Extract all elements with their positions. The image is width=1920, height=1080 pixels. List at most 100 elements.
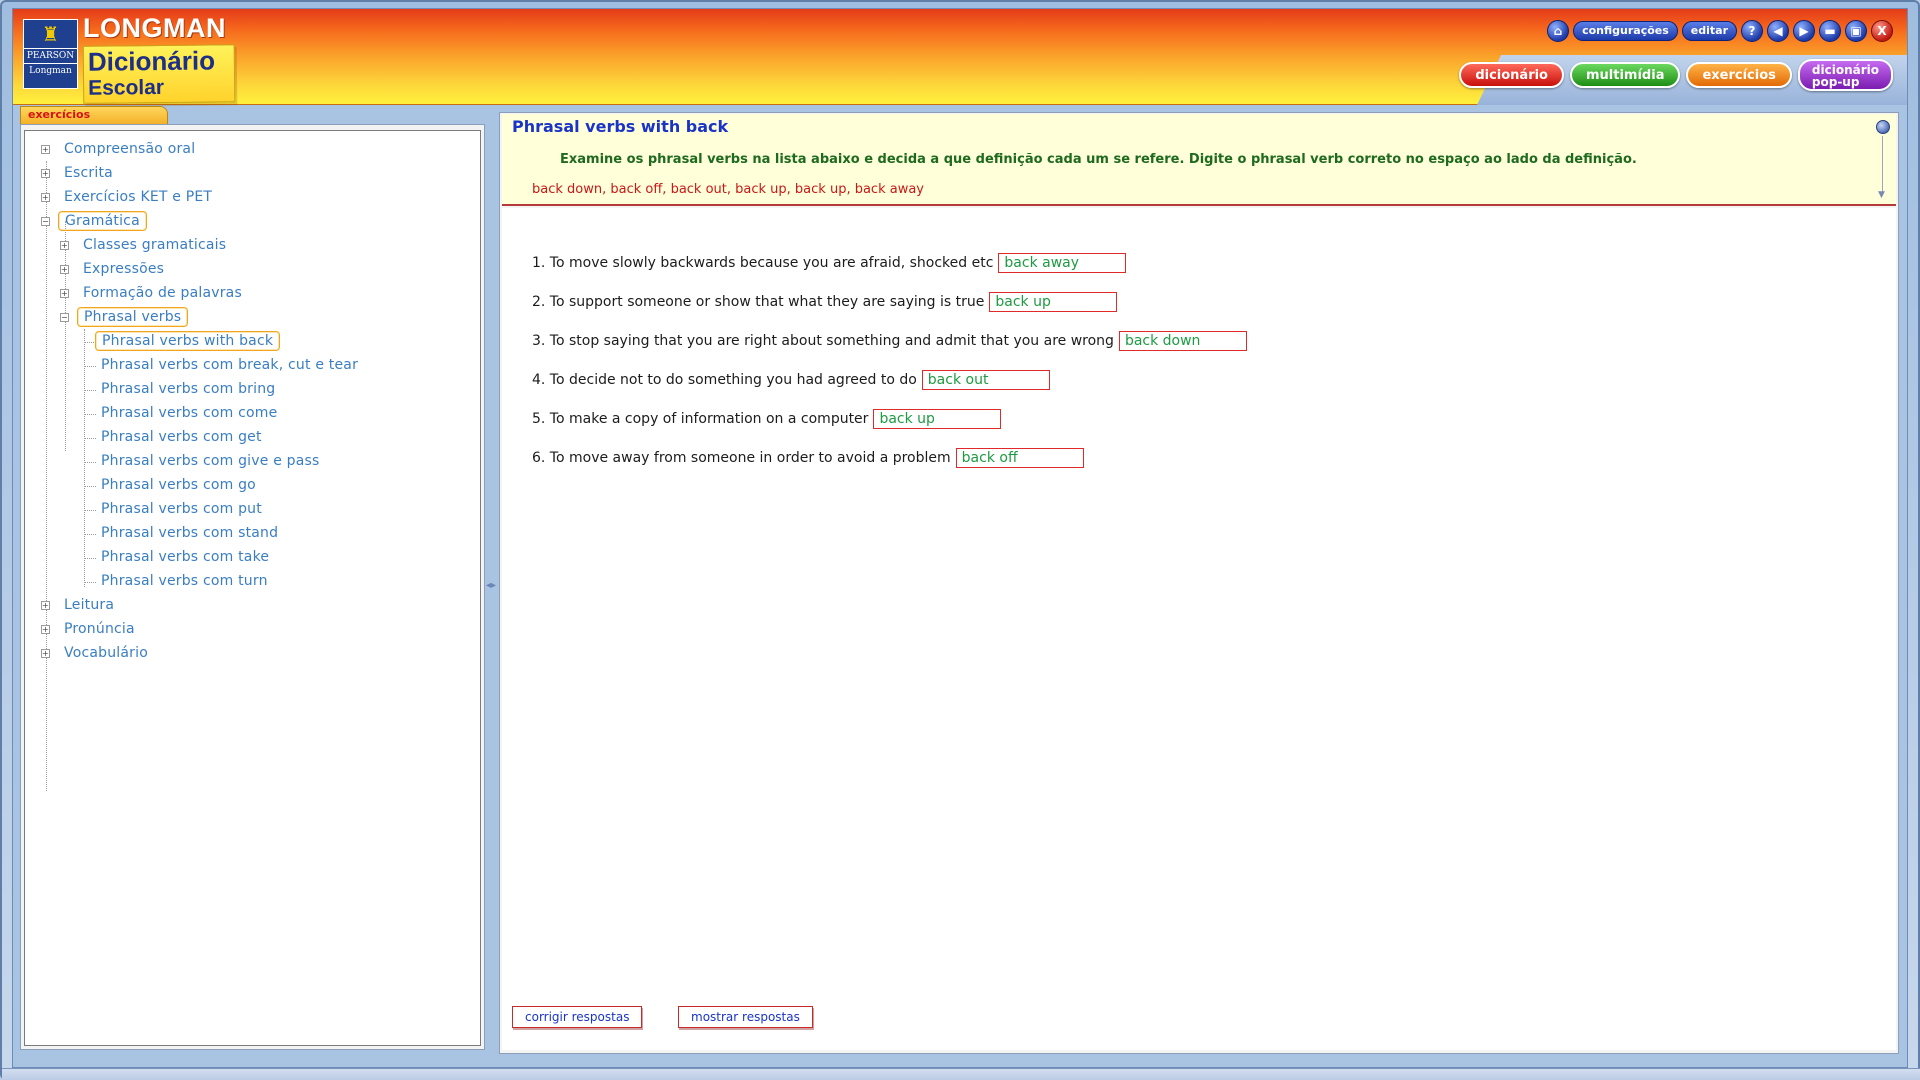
forward-icon[interactable]: ▶ <box>1793 20 1815 42</box>
tree-item-pv-give[interactable]: Phrasal verbs com give e pass <box>95 450 326 472</box>
ship-logo-icon: ♜ <box>41 22 60 46</box>
top-toolbar: ⌂ configurações editar ? ◀ ▶ ▬ ▣ X <box>1547 19 1893 43</box>
tree-item-label: Phrasal verbs com put <box>101 501 262 517</box>
logo-box: Dicionário Escolar <box>82 44 236 104</box>
scroll-knob-icon[interactable] <box>1876 120 1890 134</box>
tree-item-ket-pet[interactable]: + Exercícios KET e PET <box>41 186 218 208</box>
question-text: 3. To stop saying that you are right abo… <box>532 333 1114 349</box>
tree-item-vocabulario[interactable]: + Vocabulário <box>41 642 154 664</box>
tab-multimidia[interactable]: multimídia <box>1570 62 1681 88</box>
app-header: ♜ PEARSON Longman LONGMAN Dicionário Esc… <box>13 9 1907 105</box>
corrigir-respostas-button[interactable]: corrigir respostas <box>512 1006 643 1028</box>
maximize-icon[interactable]: ▣ <box>1845 20 1867 42</box>
tree-item-label: Phrasal verbs <box>77 307 189 327</box>
answer-input[interactable]: back off <box>955 448 1084 468</box>
tree-item-pronuncia[interactable]: + Pronúncia <box>41 618 141 640</box>
tree-item-pv-bring[interactable]: Phrasal verbs com bring <box>95 378 281 400</box>
expand-icon[interactable]: + <box>41 648 50 658</box>
tree-connector <box>84 329 85 587</box>
tree-item-pv-come[interactable]: Phrasal verbs com come <box>95 402 283 424</box>
scroll-down-icon[interactable]: ▼ <box>1878 190 1885 200</box>
help-icon[interactable]: ? <box>1741 20 1763 42</box>
tree-item-gramatica[interactable]: − Gramática <box>41 210 147 232</box>
tree-item-classes[interactable]: + Classes gramaticais <box>60 234 232 256</box>
answer-input[interactable]: back out <box>921 370 1050 390</box>
app-logo: LONGMAN Dicionário Escolar <box>82 13 236 104</box>
tree-item-pv-break[interactable]: Phrasal verbs com break, cut e tear <box>95 354 364 376</box>
question-5: 5. To make a copy of information on a co… <box>532 408 1002 430</box>
answer-input[interactable]: back away <box>998 253 1127 273</box>
tree-item-label: Phrasal verbs com go <box>101 477 256 493</box>
tree-item-pv-stand[interactable]: Phrasal verbs com stand <box>95 522 284 544</box>
panel-splitter-icon[interactable]: ◂▸ <box>486 580 496 592</box>
tab-exercicios[interactable]: exercícios <box>1686 62 1792 88</box>
tree-item-compreensao[interactable]: + Compreensão oral <box>41 138 201 160</box>
editar-button[interactable]: editar <box>1681 21 1737 41</box>
tree-item-pv-go[interactable]: Phrasal verbs com go <box>95 474 262 496</box>
longman-small-text: Longman <box>24 63 77 78</box>
home-icon[interactable]: ⌂ <box>1547 20 1570 42</box>
tree-item-pv-get[interactable]: Phrasal verbs com get <box>95 426 268 448</box>
questions-area: 1. To move slowly backwards because you … <box>502 208 1896 1050</box>
tree-item-label: Phrasal verbs com get <box>101 429 262 445</box>
expand-icon[interactable]: + <box>41 624 50 634</box>
tab-dicionario-popup[interactable]: dicionário pop-up <box>1797 59 1893 91</box>
close-icon[interactable]: X <box>1871 20 1893 42</box>
tree-item-label: Phrasal verbs with back <box>95 331 281 351</box>
back-icon[interactable]: ◀ <box>1767 20 1789 42</box>
tree-item-leitura[interactable]: + Leitura <box>41 594 120 616</box>
nav-tabs: dicionário multimídia exercícios dicioná… <box>1459 59 1893 91</box>
expand-icon[interactable]: + <box>60 264 69 274</box>
instructions-scrollbar[interactable]: ▼ <box>1876 120 1890 200</box>
configuracoes-button[interactable]: configurações <box>1573 21 1678 41</box>
tree-item-label: Formação de palavras <box>83 285 242 301</box>
mostrar-respostas-button[interactable]: mostrar respostas <box>678 1006 813 1028</box>
collapse-icon[interactable]: − <box>60 312 69 322</box>
question-6: 6. To move away from someone in order to… <box>532 447 1084 469</box>
tree-item-label: Compreensão oral <box>64 141 196 157</box>
tree-item-label: Vocabulário <box>64 645 148 661</box>
tree-item-label: Leitura <box>64 597 115 613</box>
tree-item-formacao[interactable]: + Formação de palavras <box>60 282 248 304</box>
tree-item-label: Phrasal verbs com bring <box>101 381 276 397</box>
app-window: ♜ PEARSON Longman LONGMAN Dicionário Esc… <box>0 0 1920 1080</box>
bottom-edge <box>2 1068 1920 1080</box>
question-3: 3. To stop saying that you are right abo… <box>532 330 1247 352</box>
tree-item-label: Phrasal verbs com give e pass <box>101 453 320 469</box>
answer-input[interactable]: back down <box>1118 331 1247 351</box>
question-text: 5. To make a copy of information on a co… <box>532 411 869 427</box>
tree-item-label: Gramática <box>58 211 147 231</box>
tab-dicionario[interactable]: dicionário <box>1459 62 1564 88</box>
scroll-track[interactable] <box>1882 136 1883 194</box>
question-text: 6. To move away from someone in order to… <box>532 450 951 466</box>
question-text: 2. To support someone or show that what … <box>532 294 985 310</box>
expand-icon[interactable]: + <box>41 144 50 154</box>
expand-icon[interactable]: + <box>60 240 69 250</box>
minimize-icon[interactable]: ▬ <box>1819 20 1841 42</box>
tree-item-pv-take[interactable]: Phrasal verbs com take <box>95 546 275 568</box>
expand-icon[interactable]: + <box>41 168 50 178</box>
expand-icon[interactable]: + <box>41 192 50 202</box>
logo-longman: LONGMAN <box>83 13 226 43</box>
expand-icon[interactable]: + <box>41 600 50 610</box>
pearson-text: PEARSON <box>24 48 77 63</box>
collapse-icon[interactable]: − <box>41 216 50 226</box>
left-panel-tab[interactable]: exercícios <box>20 106 168 124</box>
logo-dicionario: Dicionário <box>87 45 216 77</box>
tree-item-label: Expressões <box>83 261 165 277</box>
tree-item-label: Phrasal verbs com stand <box>101 525 279 541</box>
tree-item-expressoes[interactable]: + Expressões <box>60 258 170 280</box>
exercise-title: Phrasal verbs with back <box>512 117 729 136</box>
expand-icon[interactable]: + <box>60 288 69 298</box>
tree-item-pv-put[interactable]: Phrasal verbs com put <box>95 498 268 520</box>
answer-input[interactable]: back up <box>873 409 1002 429</box>
tree-item-escrita[interactable]: + Escrita <box>41 162 119 184</box>
tree-item-pv-back[interactable]: Phrasal verbs with back <box>95 330 281 352</box>
question-4: 4. To decide not to do something you had… <box>532 369 1050 391</box>
tree-item-label: Pronúncia <box>64 621 135 637</box>
question-text: 1. To move slowly backwards because you … <box>532 255 994 271</box>
answer-input[interactable]: back up <box>989 292 1118 312</box>
tree-item-pv-turn[interactable]: Phrasal verbs com turn <box>95 570 274 592</box>
tree-item-label: Exercícios KET e PET <box>64 189 213 205</box>
tree-item-phrasal-verbs[interactable]: − Phrasal verbs <box>60 306 189 328</box>
